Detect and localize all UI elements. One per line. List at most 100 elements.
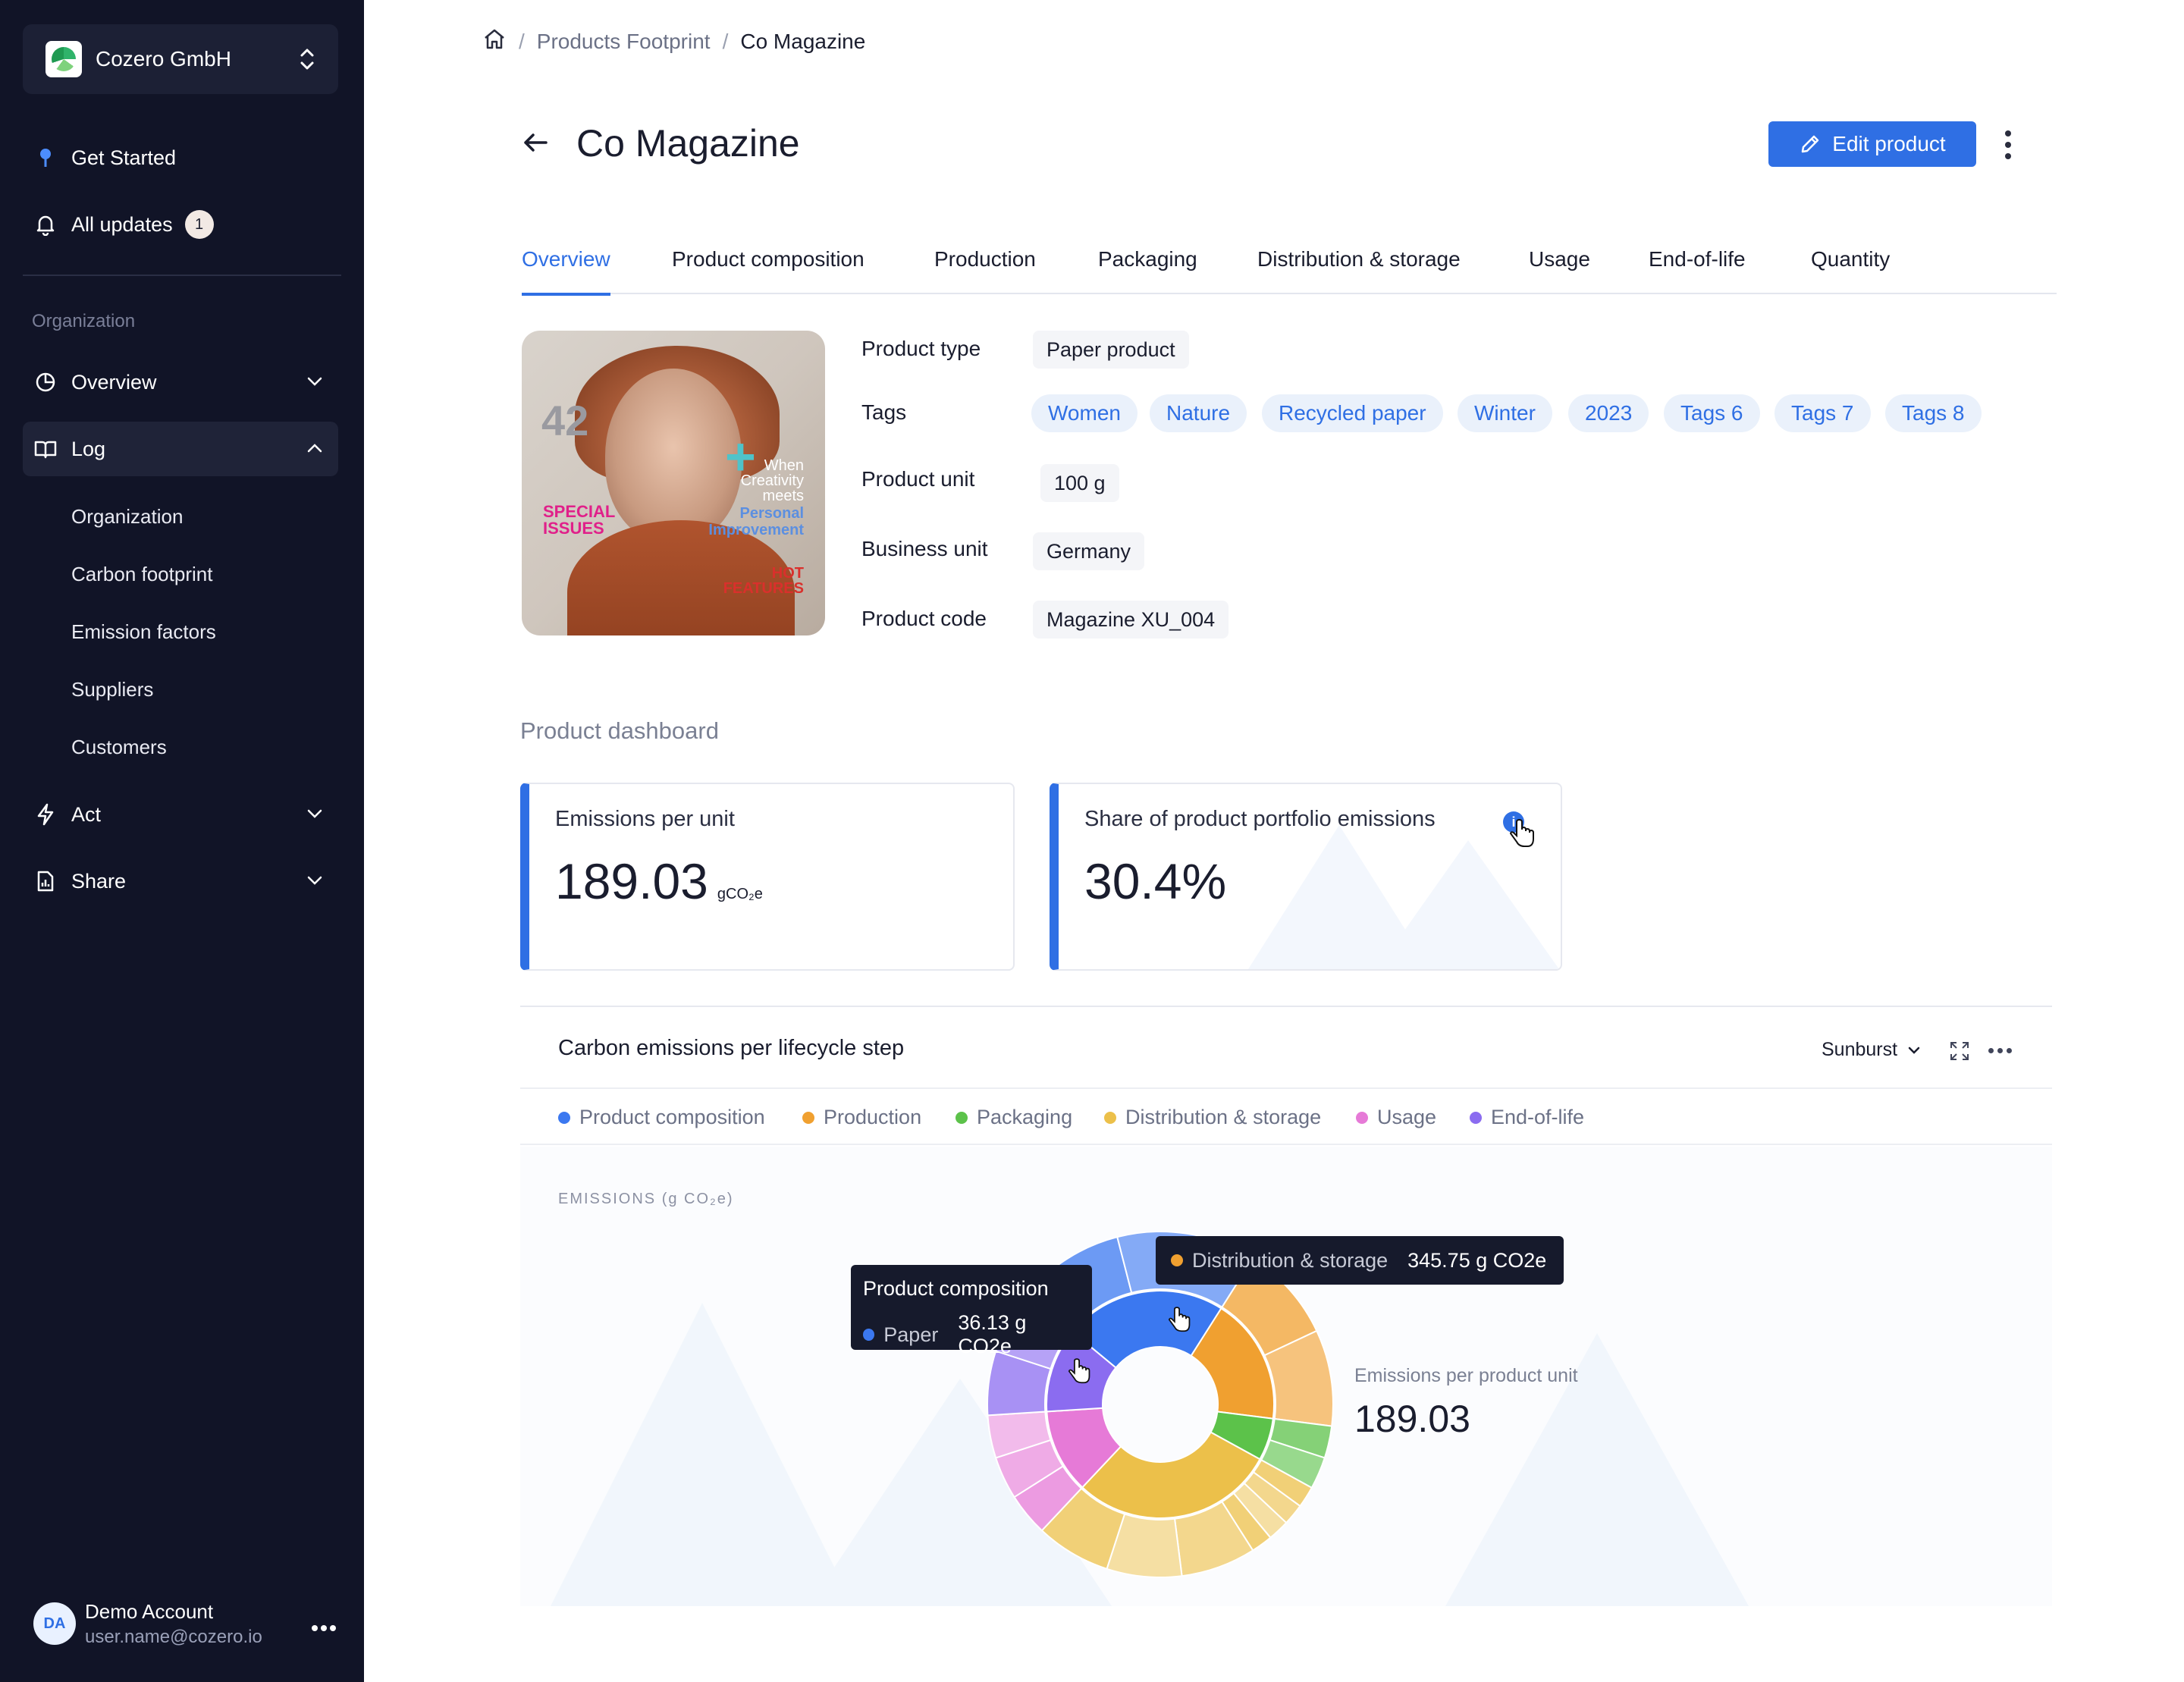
sidebar-item-share[interactable]: Share <box>23 854 338 908</box>
tab-product-composition[interactable]: Product composition <box>672 247 864 294</box>
hand-cursor-icon <box>1168 1307 1191 1332</box>
tag-chip[interactable]: Tags 6 <box>1664 394 1760 432</box>
tab-usage[interactable]: Usage <box>1529 247 1590 294</box>
page-title: Co Magazine <box>576 122 800 165</box>
avatar: DA <box>33 1602 76 1645</box>
tag-chip[interactable]: Women <box>1031 394 1138 432</box>
sidebar-item-all-updates[interactable]: All updates 1 <box>23 197 338 252</box>
product-code-label: Product code <box>861 607 987 630</box>
tag-chip[interactable]: Recycled paper <box>1262 394 1443 432</box>
tab-overview[interactable]: Overview <box>522 247 610 296</box>
organization-name: Cozero GmbH <box>96 47 231 71</box>
chevron-down-icon <box>305 372 325 397</box>
edit-product-label: Edit product <box>1832 132 1946 155</box>
tooltip-value: 345.75 g CO2e <box>1407 1248 1547 1272</box>
tag-chip[interactable]: Winter <box>1458 394 1552 432</box>
sidebar-item-label: Log <box>71 437 106 460</box>
sidebar-item-log[interactable]: Log <box>23 422 338 476</box>
kpi-label: Emissions per unit <box>555 807 735 831</box>
magazine-issue-number: 42 <box>541 397 589 444</box>
chart-type-value: Sunburst <box>1822 1039 1898 1060</box>
sidebar-item-label: Overview <box>71 370 157 394</box>
kpi-unit: gCO₂e <box>717 886 763 902</box>
tab-quantity[interactable]: Quantity <box>1811 247 1890 294</box>
sidebar-subitem-suppliers[interactable]: Suppliers <box>71 678 153 701</box>
legend-item[interactable]: Production <box>802 1106 921 1129</box>
pin-icon <box>33 146 58 170</box>
sidebar-item-act[interactable]: Act <box>23 787 338 842</box>
legend-item[interactable]: Product composition <box>558 1106 765 1129</box>
tag-chip[interactable]: Tags 7 <box>1774 394 1871 432</box>
tab-end-of-life[interactable]: End-of-life <box>1649 247 1746 294</box>
magazine-headline: When Creativity meets <box>740 457 804 504</box>
legend-item[interactable]: Usage <box>1356 1106 1436 1129</box>
sidebar-subitem-carbon-footprint[interactable]: Carbon footprint <box>71 563 212 586</box>
legend-dot <box>1470 1111 1482 1124</box>
sidebar-item-overview[interactable]: Overview <box>23 355 338 410</box>
sidebar-item-label: Share <box>71 869 127 893</box>
chevron-up-down-icon <box>299 46 315 72</box>
chart-legend: Product composition Production Packaging… <box>520 1089 2052 1145</box>
sidebar-section-label: Organization <box>32 311 136 331</box>
legend-item[interactable]: Distribution & storage <box>1104 1106 1321 1129</box>
edit-product-button[interactable]: Edit product <box>1768 121 1976 167</box>
emissions-chart-card: Carbon emissions per lifecycle step Sunb… <box>520 1006 2052 1606</box>
legend-dot <box>558 1111 570 1124</box>
pie-chart-icon <box>33 370 58 394</box>
chevron-down-icon <box>305 804 325 829</box>
breadcrumb-products-footprint[interactable]: Products Footprint <box>537 30 711 54</box>
tag-chip[interactable]: Nature <box>1150 394 1247 432</box>
breadcrumb-separator: / <box>519 29 525 53</box>
magazine-subheadline: Personal Improvement <box>708 505 804 538</box>
legend-dot <box>956 1111 968 1124</box>
home-icon[interactable] <box>482 27 507 55</box>
bell-icon <box>33 212 58 237</box>
hand-cursor-icon <box>1509 819 1534 847</box>
tab-packaging[interactable]: Packaging <box>1098 247 1197 294</box>
sidebar-subitem-emission-factors[interactable]: Emission factors <box>71 620 216 644</box>
tab-production[interactable]: Production <box>934 247 1036 294</box>
account-name: Demo Account <box>85 1599 214 1623</box>
legend-item[interactable]: End-of-life <box>1470 1106 1584 1129</box>
chart-body: EMISSIONS (g CO₂e) Emissions per product… <box>520 1147 2052 1606</box>
more-vertical-icon[interactable] <box>1999 126 2017 164</box>
product-type-label: Product type <box>861 337 981 360</box>
business-unit-value: Germany <box>1033 532 1145 570</box>
center-value: 189.03 <box>1354 1398 1470 1440</box>
emissions-per-unit-card: Emissions per unit 189.03 gCO₂e <box>520 783 1015 971</box>
kpi-value: 189.03 gCO₂e <box>555 853 763 909</box>
organization-switcher[interactable]: Cozero GmbH <box>23 24 338 94</box>
tooltip-distribution-storage: Distribution & storage 345.75 g CO2e <box>1156 1236 1564 1285</box>
sidebar-subitem-customers[interactable]: Customers <box>71 736 167 759</box>
chevron-up-icon <box>305 438 325 463</box>
cozero-logo <box>46 41 82 77</box>
legend-dot <box>802 1111 814 1124</box>
sidebar-subitem-organization[interactable]: Organization <box>71 505 183 529</box>
sidebar-item-label: Get Started <box>71 146 177 169</box>
more-horizontal-icon[interactable] <box>1988 1048 2016 1053</box>
tooltip-key: Distribution & storage <box>1192 1248 1389 1272</box>
legend-item[interactable]: Packaging <box>956 1106 1072 1129</box>
sidebar-item-get-started[interactable]: Get Started <box>23 130 338 185</box>
chart-type-select[interactable]: Sunburst <box>1822 1039 1922 1061</box>
sidebar-item-label: Act <box>71 802 102 826</box>
sidebar: Cozero GmbH Get Started All updates 1 Or… <box>0 0 364 1682</box>
tag-chip[interactable]: Tags 8 <box>1885 394 1982 432</box>
product-type-value: Paper product <box>1033 331 1189 369</box>
magazine-hot-features: HOT FEATURES <box>723 565 804 597</box>
tooltip-dot <box>1171 1254 1183 1266</box>
back-arrow-icon[interactable] <box>520 127 551 158</box>
chevron-down-icon <box>1908 1047 1920 1054</box>
breadcrumb: / Products Footprint / Co Magazine <box>482 27 865 55</box>
tags-label: Tags <box>861 400 907 424</box>
tooltip-dot <box>863 1329 875 1341</box>
tooltip-title: Product composition <box>863 1277 1049 1300</box>
tooltip-product-composition: Product composition Paper 36.13 g CO2e <box>851 1265 1092 1357</box>
tag-chip[interactable]: 2023 <box>1568 394 1649 432</box>
report-icon <box>33 869 58 893</box>
business-unit-label: Business unit <box>861 537 988 560</box>
expand-icon[interactable] <box>1949 1040 1970 1062</box>
more-horizontal-icon[interactable] <box>311 1609 337 1639</box>
tab-distribution-storage[interactable]: Distribution & storage <box>1257 247 1461 294</box>
account-menu[interactable]: DA Demo Account user.name@cozero.io <box>33 1597 337 1650</box>
